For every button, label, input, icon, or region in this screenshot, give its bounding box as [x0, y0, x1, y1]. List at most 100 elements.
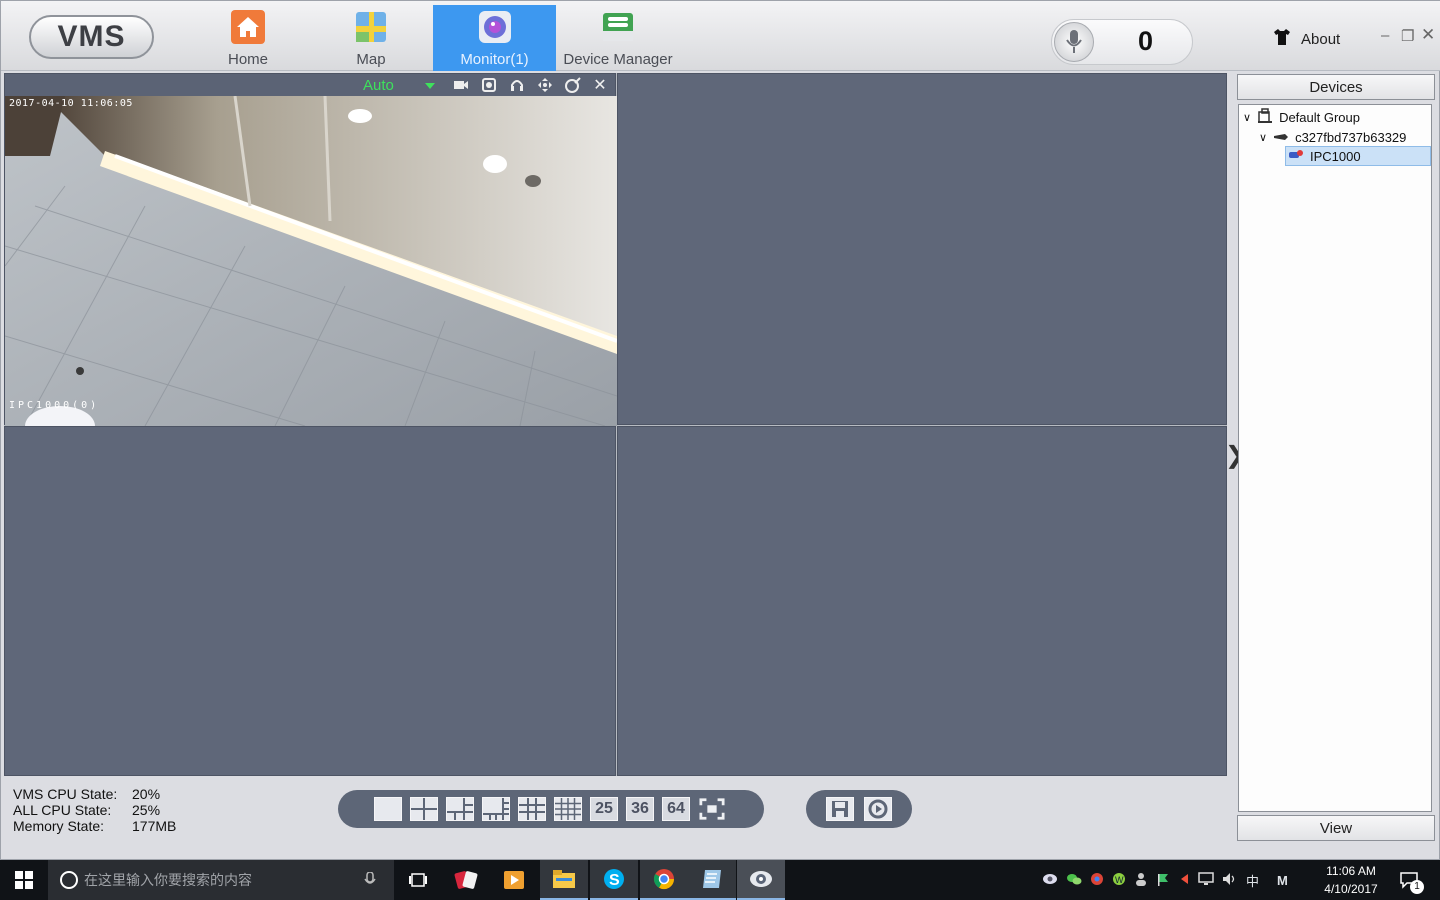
save-icon[interactable]	[826, 797, 854, 821]
home-icon	[230, 9, 266, 45]
device-tree: ∨ Default Group ∨ c327fbd737b63329 IPC10…	[1238, 104, 1432, 812]
layout-16-icon[interactable]	[554, 797, 582, 821]
tree-item-nvr[interactable]: ∨ c327fbd737b63329	[1259, 127, 1406, 147]
talk-count-value: 0	[1138, 26, 1154, 56]
vms-app-icon[interactable]	[737, 860, 785, 900]
devices-panel: Devices ∨ Default Group ∨ c327fbd737b633…	[1237, 74, 1435, 842]
layout-36-button[interactable]: 36	[626, 797, 654, 821]
tray-network-flag-icon[interactable]	[1156, 872, 1170, 889]
nav-home-label: Home	[227, 51, 268, 68]
about-button[interactable]: About	[1273, 28, 1340, 50]
layout-6-icon[interactable]	[446, 797, 474, 821]
fullscreen-icon[interactable]	[698, 797, 726, 821]
talk-counter: 0	[1051, 19, 1193, 65]
devices-tab[interactable]: Devices	[1237, 74, 1435, 100]
view-tab[interactable]: View	[1237, 815, 1435, 841]
clock-time: 11:06 AM	[1326, 864, 1376, 878]
tree-item-label: Default Group	[1279, 109, 1360, 125]
nav-map-button[interactable]: Map	[323, 5, 419, 71]
layout-1-icon[interactable]	[374, 797, 402, 821]
chevron-down-icon[interactable]	[425, 83, 435, 89]
system-status: VMS CPU State: 20% ALL CPU State: 25% Memo…	[13, 786, 176, 834]
tray-w-icon[interactable]: W	[1112, 872, 1126, 889]
shirt-icon	[1273, 28, 1291, 50]
microphone-icon[interactable]	[364, 871, 376, 891]
layout-4-icon[interactable]	[410, 797, 438, 821]
svg-text:S: S	[609, 872, 620, 889]
chrome-icon[interactable]	[640, 860, 688, 900]
ptz-move-icon[interactable]	[537, 77, 553, 93]
tree-item-default-group[interactable]: ∨ Default Group	[1243, 107, 1360, 127]
restore-icon[interactable]: ❐	[1401, 27, 1414, 45]
tray-arrow-icon[interactable]	[1178, 872, 1190, 889]
monitor-icon	[477, 9, 513, 45]
camera-video-feed[interactable]: 2017-04-10 11:06:05 IPC1000(0)	[5, 96, 617, 426]
nav-monitor-label: Monitor(1)	[460, 51, 529, 68]
record-icon[interactable]	[453, 77, 469, 93]
windows-taskbar: 在这里输入你要搜索的内容 S W 中 M 11:06 AM 4/10/2017 …	[0, 860, 1440, 900]
layout-8-icon[interactable]	[482, 797, 510, 821]
ime-mode[interactable]: M	[1277, 873, 1288, 888]
notification-icon[interactable]: 1	[1392, 860, 1426, 900]
windows-start-icon[interactable]	[0, 860, 48, 900]
group-icon	[1257, 107, 1273, 127]
tray-monitor-icon[interactable]	[1198, 871, 1214, 889]
top-toolbar: VMS Home Map Monitor(1) Device Manager 0…	[1, 1, 1440, 71]
nav-device-manager-button[interactable]: Device Manager	[559, 5, 677, 71]
task-view-icon[interactable]	[394, 860, 442, 900]
snapshot-icon[interactable]	[481, 77, 497, 93]
ime-language[interactable]: 中	[1246, 871, 1259, 890]
layout-25-button[interactable]: 25	[590, 797, 618, 821]
media-player-icon[interactable]	[490, 860, 538, 900]
tray-vms-icon[interactable]	[1042, 872, 1058, 889]
microphone-icon[interactable]	[1054, 22, 1094, 62]
layout-9-icon[interactable]	[518, 797, 546, 821]
video-grid: Auto ✕ 2017-04-10 11:06:05 IPC1000(0)	[4, 73, 1227, 776]
tray-chrome-icon[interactable]	[1090, 872, 1104, 889]
record-toolbar	[806, 790, 912, 828]
skype-icon[interactable]: S	[590, 860, 638, 900]
expand-chevron-icon[interactable]: ∨	[1259, 131, 1267, 144]
nav-monitor-button[interactable]: Monitor(1)	[433, 5, 556, 71]
tree-item-ipc1000[interactable]: IPC1000	[1285, 146, 1431, 166]
layout-64-button[interactable]: 64	[662, 797, 690, 821]
about-label: About	[1301, 30, 1341, 48]
nav-home-button[interactable]: Home	[201, 5, 295, 71]
nvr-device-icon	[1273, 130, 1289, 145]
video-timestamp: 2017-04-10 11:06:05	[9, 98, 133, 109]
tray-user-icon[interactable]	[1134, 872, 1148, 889]
taskbar-clock[interactable]: 11:06 AM 4/10/2017	[1316, 862, 1386, 898]
playback-icon[interactable]	[864, 797, 892, 821]
search-placeholder: 在这里输入你要搜索的内容	[84, 872, 252, 888]
video-cell-1[interactable]: Auto ✕ 2017-04-10 11:06:05 IPC1000(0)	[4, 73, 617, 426]
all-cpu-value: 25%	[132, 802, 161, 818]
notification-count: 1	[1410, 880, 1424, 894]
headphone-icon[interactable]	[509, 77, 525, 93]
solitaire-app-icon[interactable]	[442, 860, 490, 900]
vms-cpu-value: 20%	[132, 786, 161, 802]
tray-wechat-icon[interactable]	[1066, 872, 1082, 889]
notepad-icon[interactable]	[688, 860, 736, 900]
video-cell-3[interactable]	[4, 426, 616, 776]
video-toolbar: Auto ✕	[5, 74, 615, 96]
video-cell-2[interactable]	[617, 73, 1227, 425]
video-cell-4[interactable]	[617, 426, 1227, 776]
ip-camera-icon	[1288, 149, 1304, 164]
layout-toolbar: 25 36 64	[338, 790, 764, 828]
all-cpu-label: ALL CPU State:	[13, 802, 112, 818]
vms-cpu-label: VMS CPU State:	[13, 786, 118, 802]
vms-window: VMS Home Map Monitor(1) Device Manager 0…	[0, 0, 1440, 860]
nav-device-manager-label: Device Manager	[563, 51, 673, 68]
clock-date: 4/10/2017	[1324, 882, 1378, 896]
expand-chevron-icon[interactable]: ∨	[1243, 111, 1251, 124]
color-adjust-icon[interactable]	[565, 77, 581, 93]
file-explorer-icon[interactable]	[540, 860, 588, 900]
stream-mode-select[interactable]: Auto	[363, 77, 394, 94]
memory-value: 177MB	[132, 818, 177, 834]
minimize-icon[interactable]: –	[1381, 27, 1389, 44]
close-icon[interactable]: ✕	[1421, 25, 1435, 45]
cortana-icon	[60, 871, 78, 889]
volume-icon[interactable]	[1222, 872, 1238, 889]
taskbar-search-input[interactable]: 在这里输入你要搜索的内容	[48, 860, 394, 900]
close-video-icon[interactable]: ✕	[592, 77, 608, 94]
